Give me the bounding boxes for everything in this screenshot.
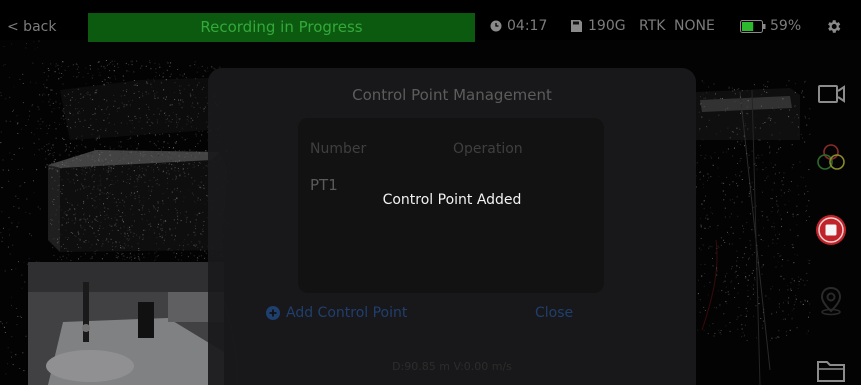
add-control-point-label: Add Control Point: [286, 305, 408, 321]
close-button[interactable]: Close: [535, 303, 573, 323]
status-bar: < back Recording in Progress 04:17 190G …: [0, 0, 861, 42]
stop-record-icon[interactable]: [813, 212, 849, 248]
rtk-status: NONE: [674, 18, 715, 34]
scan-screen: < back Recording in Progress 04:17 190G …: [0, 0, 861, 385]
dialog-title: Control Point Management: [352, 86, 552, 104]
elapsed-time: 04:17: [507, 18, 548, 34]
rtk-label: RTK: [639, 18, 666, 34]
color-mode-icon[interactable]: [813, 140, 849, 176]
location-pin-icon[interactable]: [813, 282, 849, 318]
column-header-operation: Operation: [453, 141, 523, 157]
record-dot-icon: [490, 20, 502, 32]
column-header-number: Number: [310, 141, 367, 157]
battery-icon: [740, 20, 766, 33]
gear-icon[interactable]: [825, 18, 842, 35]
toast-message: Control Point Added: [382, 192, 522, 208]
back-button[interactable]: < back: [7, 18, 56, 36]
battery-percent: 59%: [770, 18, 802, 34]
sd-card-icon: [571, 20, 582, 32]
add-control-point-button[interactable]: Add Control Point: [266, 303, 407, 323]
control-point-dialog: Control Point Management Number Operatio…: [208, 68, 696, 385]
plus-circle-icon: [266, 306, 280, 320]
storage-free: 190G: [588, 18, 626, 34]
video-camera-icon[interactable]: [813, 76, 849, 112]
distance-speed-readout: D:90.85 m V:0.00 m/s: [392, 360, 512, 373]
recording-banner: Recording in Progress: [88, 13, 475, 42]
folder-icon[interactable]: [813, 352, 849, 385]
